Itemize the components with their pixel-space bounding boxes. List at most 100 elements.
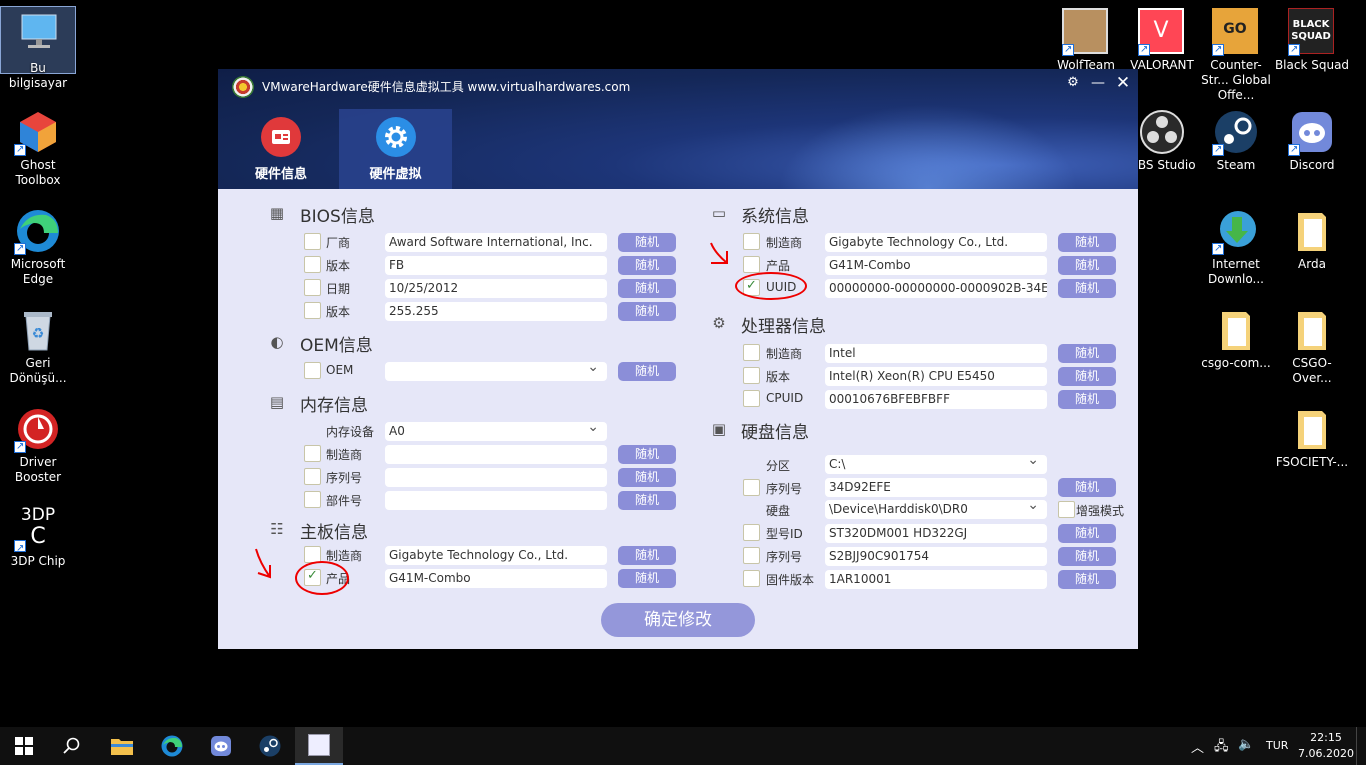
taskbar-vmwarehardware[interactable] (295, 727, 343, 765)
memory-part-checkbox[interactable] (304, 491, 321, 508)
disk-serial-random-button[interactable]: 随机 (1058, 547, 1116, 566)
desktop-icon-steam[interactable]: Steam (1198, 104, 1274, 173)
taskbar-steam[interactable] (246, 727, 294, 765)
desktop-icon-black-squad[interactable]: BLACK SQUAD Black Squad (1274, 4, 1350, 73)
disk-model-checkbox[interactable] (743, 524, 760, 541)
bios-version-checkbox[interactable] (304, 256, 321, 273)
desktop-icon-fsociety-folder[interactable]: FSOCIETY-... (1274, 401, 1350, 470)
disk-firmware-random-button[interactable]: 随机 (1058, 570, 1116, 589)
cpu-version-checkbox[interactable] (743, 367, 760, 384)
desktop-icon-ghost-toolbox[interactable]: Ghost Toolbox (0, 104, 76, 188)
enhanced-mode-checkbox[interactable] (1058, 501, 1075, 518)
taskbar-discord[interactable] (197, 727, 245, 765)
memory-serial-field[interactable] (385, 468, 607, 487)
system-vendor-checkbox[interactable] (743, 233, 760, 250)
oem-random-button[interactable]: 随机 (618, 362, 676, 381)
bios-vendor-label: 厂商 (326, 236, 351, 250)
cpu-id-field[interactable]: 00010676BFEBFBFF (825, 390, 1047, 409)
bios-release-field[interactable]: 255.255 (385, 302, 607, 321)
disk-partition-select[interactable]: C:\ (825, 455, 1047, 474)
system-uuid-random-button[interactable]: 随机 (1058, 279, 1116, 298)
bios-release-random-button[interactable]: 随机 (618, 302, 676, 321)
desktop-icon-counter-strike[interactable]: GO Counter-Str... Global Offe... (1198, 4, 1274, 103)
settings-icon[interactable]: ⚙ (1063, 75, 1083, 90)
cpu-vendor-checkbox[interactable] (743, 344, 760, 361)
memory-vendor-random-button[interactable]: 随机 (618, 445, 676, 464)
cpu-id-checkbox[interactable] (743, 390, 760, 407)
board-vendor-random-button[interactable]: 随机 (618, 546, 676, 565)
discord-icon (1288, 108, 1336, 157)
memory-part-field[interactable] (385, 491, 607, 510)
start-button[interactable] (0, 727, 48, 765)
bios-vendor-random-button[interactable]: 随机 (618, 233, 676, 252)
bios-date-random-button[interactable]: 随机 (618, 279, 676, 298)
cpu-id-random-button[interactable]: 随机 (1058, 390, 1116, 409)
cpu-vendor-random-button[interactable]: 随机 (1058, 344, 1116, 363)
volume-icon[interactable]: 🔈 (1238, 737, 1254, 752)
bios-release-checkbox[interactable] (304, 302, 321, 319)
system-product-field[interactable]: G41M-Combo (825, 256, 1047, 275)
confirm-changes-button[interactable]: 确定修改 (601, 603, 755, 637)
desktop-icon-wolfteam[interactable]: WolfTeam (1048, 4, 1124, 73)
desktop-icon-3dp-chip[interactable]: 3DPC 3DP Chip (0, 500, 76, 569)
desktop-icon-csgo-com-folder[interactable]: csgo-com... (1198, 302, 1274, 371)
desktop-icon-arda-folder[interactable]: Arda (1274, 203, 1350, 272)
desktop-icon-valorant[interactable]: V VALORANT (1124, 4, 1200, 73)
system-vendor-field[interactable]: Gigabyte Technology Co., Ltd. (825, 233, 1047, 252)
clock[interactable]: 22:15 7.06.2020 (1298, 730, 1354, 762)
desktop-icon-microsoft-edge[interactable]: Microsoft Edge (0, 203, 76, 287)
cpu-vendor-field[interactable]: Intel (825, 344, 1047, 363)
minimize-button[interactable]: — (1088, 75, 1108, 91)
desktop-icon-internet-download-manager[interactable]: Internet Downlo... (1198, 203, 1274, 287)
bios-vendor-field[interactable]: Award Software International, Inc. (385, 233, 607, 252)
desktop-icon-driver-booster[interactable]: Driver Booster (0, 401, 76, 485)
desktop-icon-this-pc[interactable]: Bu bilgisayar (0, 6, 76, 90)
hardware-info-icon (261, 117, 301, 157)
oem-select[interactable] (385, 362, 607, 381)
bios-vendor-checkbox[interactable] (304, 233, 321, 250)
disk-volume-serial-random-button[interactable]: 随机 (1058, 478, 1116, 497)
system-product-random-button[interactable]: 随机 (1058, 256, 1116, 275)
oem-checkbox[interactable] (304, 362, 321, 379)
memory-serial-checkbox[interactable] (304, 468, 321, 485)
memory-serial-random-button[interactable]: 随机 (618, 468, 676, 487)
system-uuid-field[interactable]: 00000000-00000000-0000902B-34E5A (825, 279, 1047, 298)
taskbar-edge[interactable] (148, 727, 196, 765)
search-button[interactable] (48, 727, 96, 765)
disk-model-field[interactable]: ST320DM001 HD322GJ (825, 524, 1047, 543)
desktop-icon-csgo-over-folder[interactable]: CSGO-Over... (1274, 302, 1350, 386)
cpu-version-random-button[interactable]: 随机 (1058, 367, 1116, 386)
disk-serial-checkbox[interactable] (743, 547, 760, 564)
cpu-version-field[interactable]: Intel(R) Xeon(R) CPU E5450 (825, 367, 1047, 386)
bios-date-field[interactable]: 10/25/2012 (385, 279, 607, 298)
show-desktop-button[interactable] (1356, 727, 1366, 765)
memory-vendor-checkbox[interactable] (304, 445, 321, 462)
tab-hardware-virtual[interactable]: 硬件虚拟 (339, 109, 452, 189)
memory-vendor-field[interactable] (385, 445, 607, 464)
desktop-icon-recycle-bin[interactable]: ♻ Geri Dönüşü... (0, 302, 76, 386)
taskbar-file-explorer[interactable] (98, 727, 146, 765)
chevron-up-icon[interactable]: ︿ (1191, 737, 1204, 756)
disk-firmware-checkbox[interactable] (743, 570, 760, 587)
disk-volume-serial-checkbox[interactable] (743, 479, 760, 496)
disk-volume-serial-field[interactable]: 34D92EFE (825, 478, 1047, 497)
memory-device-select[interactable]: A0 (385, 422, 607, 441)
close-button[interactable]: ✕ (1113, 73, 1133, 93)
system-product-checkbox[interactable] (743, 256, 760, 273)
disk-model-random-button[interactable]: 随机 (1058, 524, 1116, 543)
desktop-icon-discord[interactable]: Discord (1274, 104, 1350, 173)
tab-hardware-info[interactable]: 硬件信息 (221, 109, 341, 189)
board-product-field[interactable]: G41M-Combo (385, 569, 607, 588)
disk-firmware-field[interactable]: 1AR10001 (825, 570, 1047, 589)
language-indicator[interactable]: TUR (1266, 739, 1288, 752)
disk-drive-select[interactable]: \Device\Harddisk0\DR0 (825, 500, 1047, 519)
bios-version-random-button[interactable]: 随机 (618, 256, 676, 275)
memory-part-random-button[interactable]: 随机 (618, 491, 676, 510)
network-icon[interactable]: 🖧 (1214, 737, 1229, 759)
board-vendor-field[interactable]: Gigabyte Technology Co., Ltd. (385, 546, 607, 565)
system-vendor-random-button[interactable]: 随机 (1058, 233, 1116, 252)
board-product-random-button[interactable]: 随机 (618, 569, 676, 588)
bios-version-field[interactable]: FB (385, 256, 607, 275)
bios-date-checkbox[interactable] (304, 279, 321, 296)
disk-serial-field[interactable]: S2BJJ90C901754 (825, 547, 1047, 566)
